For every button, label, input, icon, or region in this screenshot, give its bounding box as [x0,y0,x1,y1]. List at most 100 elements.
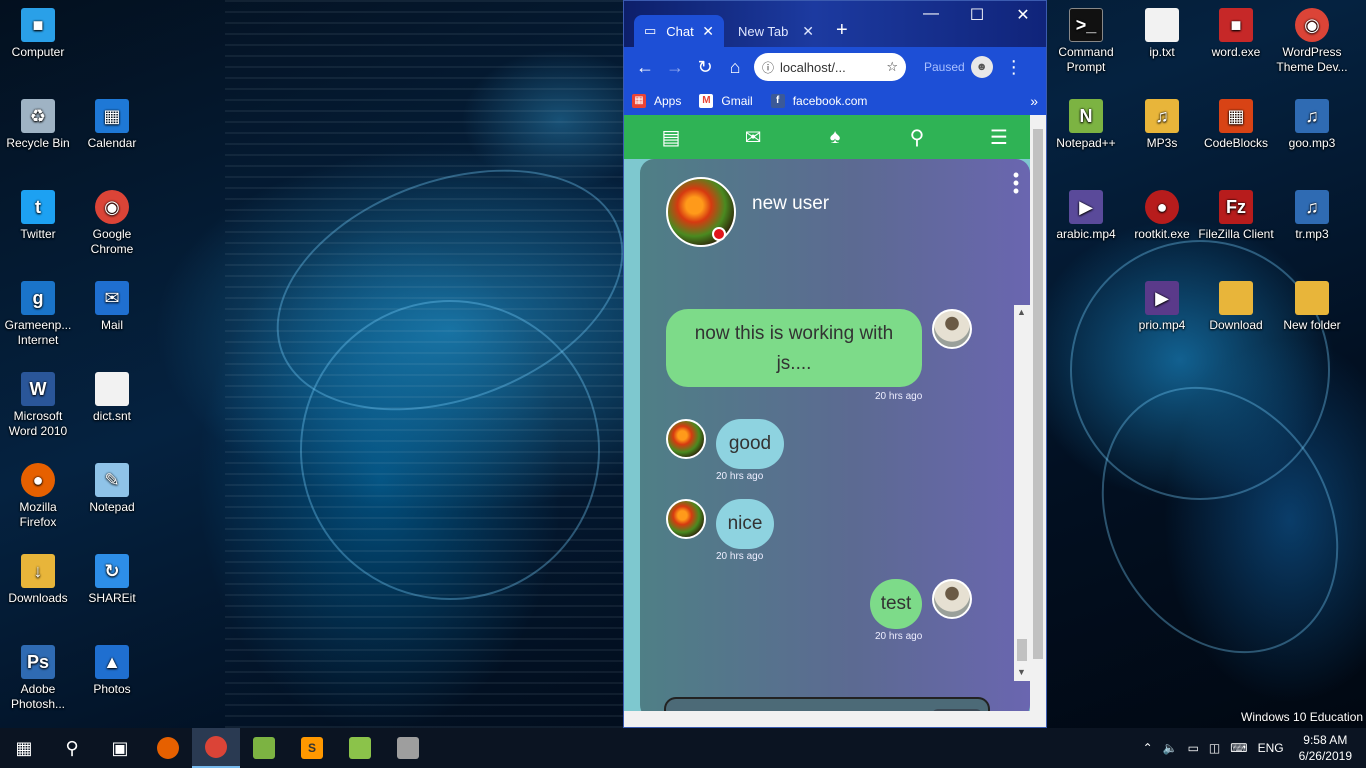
desktop-icon-word-exe[interactable]: ■ word.exe [1198,8,1274,60]
search-icon: ⚲ [65,737,79,758]
desktop-icon-tr-mp3[interactable]: ♫ tr.mp3 [1274,190,1350,242]
bookmark-gmail[interactable]: M Gmail [699,94,753,108]
desktop-icon-shareit[interactable]: ↻ SHAREit [74,554,150,606]
message-list-scrollbar[interactable]: ▲ ▼ [1014,305,1030,681]
envelope-icon[interactable]: ✉ [733,125,773,150]
scrollbar-thumb[interactable] [1017,639,1027,661]
new-tab-button[interactable]: + [836,19,848,42]
bookmark-star-icon[interactable]: ☆ [886,59,898,75]
desktop-icon-dict-snt[interactable]: dict.snt [74,372,150,424]
scroll-up-arrow-icon[interactable]: ▲ [1017,307,1026,317]
taskbar-chrome[interactable] [192,728,240,768]
sublime-icon: S [301,737,323,759]
desktop-icon-notepadpp[interactable]: N Notepad++ [1048,99,1124,151]
language-indicator[interactable]: ENG [1258,741,1284,755]
clock[interactable]: 9:58 AM 6/26/2019 [1299,732,1352,764]
chat-options-icon[interactable]: • • • [1012,166,1020,200]
task-view-button[interactable]: ▣ [96,728,144,768]
desktop-icon-prio-mp4[interactable]: ▶ prio.mp4 [1124,281,1200,333]
sync-paused-label[interactable]: Paused [924,60,965,74]
start-button[interactable]: ▦ [0,728,48,768]
tab-new-tab[interactable]: New Tab ✕ [728,15,824,47]
desktop-icon-goo-mp3[interactable]: ♫ goo.mp3 [1274,99,1350,151]
desktop-icon-twitter[interactable]: t Twitter [0,190,76,242]
more-bookmarks-button[interactable]: » [1030,93,1038,109]
desktop-icon-mp3s[interactable]: ♫ MP3s [1124,99,1200,151]
desktop-icon-calendar[interactable]: ▦ Calendar [74,99,150,151]
desktop-icon-recycle-bin[interactable]: ♻ Recycle Bin [0,99,76,151]
battery-icon[interactable]: ▭ [1188,741,1199,755]
close-tab-icon[interactable]: ✕ [802,23,814,40]
show-hidden-icons-icon[interactable]: ⌃ [1143,741,1153,755]
apps-grid-icon: ▦ [632,94,646,108]
desktop-icon-arabic-mp4[interactable]: ▶ arabic.mp4 [1048,190,1124,242]
desktop-icon-notepad[interactable]: ✎ Notepad [74,463,150,515]
maximize-button[interactable]: ☐ [954,5,1000,29]
reload-icon[interactable]: ↻ [690,57,720,78]
desktop-icon-photos[interactable]: ▲ Photos [74,645,150,697]
tab-label: Chat [666,23,694,39]
desktop-icon-label: WordPress Theme Dev... [1276,45,1348,74]
file-icon [95,372,129,406]
word-exe-icon: ■ [1219,8,1253,42]
desktop-icon-label: Computer [11,45,65,59]
taskbar-sublime[interactable]: S [288,728,336,768]
desktop-icon-new-folder[interactable]: New folder [1274,281,1350,333]
desktop-icon-download[interactable]: Download [1198,281,1274,333]
address-bar[interactable]: ⓘ localhost/... ☆ [754,53,906,81]
bookmark-apps[interactable]: ▦ Apps [632,94,681,108]
info-icon[interactable]: ⓘ [762,59,774,76]
newspaper-icon[interactable]: ▤ [651,125,691,150]
desktop-icon-codeblocks[interactable]: ▦ CodeBlocks [1198,99,1274,151]
desktop-icon-chrome[interactable]: ◉ Google Chrome [74,190,150,257]
desktop-icon-label: New folder [1283,318,1341,332]
desktop-icon-firefox[interactable]: ● Mozilla Firefox [0,463,76,530]
taskbar-search-button[interactable]: ⚲ [48,728,96,768]
bell-icon[interactable]: ♠ [815,126,855,149]
taskbar-clapper[interactable] [384,728,432,768]
mp3-file-icon: ♫ [1295,99,1329,133]
codeblocks-icon: ▦ [1219,99,1253,133]
scroll-down-arrow-icon[interactable]: ▼ [1017,667,1026,677]
desktop-icon-filezilla[interactable]: Fz FileZilla Client [1198,190,1274,242]
desktop-icon-label: prio.mp4 [1138,318,1186,332]
taskbar-firefox[interactable] [144,728,192,768]
close-tab-icon[interactable]: ✕ [702,23,714,40]
desktop-icon-computer[interactable]: ■ Computer [0,8,76,60]
status-dot [712,227,726,241]
page-scrollbar-thumb[interactable] [1033,129,1043,659]
desktop-icon-label: MP3s [1146,136,1178,150]
bookmark-facebook[interactable]: f facebook.com [770,94,867,108]
menu-icon[interactable]: ☰ [979,125,1019,150]
close-window-button[interactable]: ✕ [1000,5,1046,29]
desktop-icon-word-2010[interactable]: W Microsoft Word 2010 [0,372,76,439]
volume-icon[interactable]: 🔈 [1163,741,1178,755]
minimize-button[interactable]: — [908,5,954,29]
back-icon[interactable]: ← [630,57,660,78]
chrome-icon: ◉ [1295,8,1329,42]
keyboard-icon[interactable]: ⌨ [1230,741,1247,755]
forward-icon[interactable]: → [660,57,690,78]
taskbar-notepadpp[interactable] [240,728,288,768]
page-scrollbar[interactable] [1030,115,1046,711]
profile-avatar-icon[interactable]: ☻ [970,56,993,78]
search-icon[interactable]: ⚲ [897,125,937,150]
notepadpp-icon: N [1069,99,1103,133]
action-center-icon[interactable]: ◫ [1209,741,1220,755]
home-icon[interactable]: ⌂ [720,57,750,78]
desktop-icon-photoshop[interactable]: Ps Adobe Photosh... [0,645,76,712]
desktop-icon-command-prompt[interactable]: >_ Command Prompt [1048,8,1124,75]
desktop-icon-label: Adobe Photosh... [10,682,66,711]
desktop-icon-wordpress-theme[interactable]: ◉ WordPress Theme Dev... [1274,8,1350,75]
desktop-icon-ip-txt[interactable]: ip.txt [1124,8,1200,60]
browser-menu-icon[interactable]: ⋮ [999,57,1029,78]
desktop-icon-downloads[interactable]: ↓ Downloads [0,554,76,606]
tab-chat[interactable]: ▭ Chat ✕ [634,15,724,47]
desktop-icon-rootkit[interactable]: ● rootkit.exe [1124,190,1200,242]
desktop-icon-mail[interactable]: ✉ Mail [74,281,150,333]
taskbar-android-studio[interactable] [336,728,384,768]
desktop-icon-label: Mozilla Firefox [19,500,57,529]
gmail-icon: M [699,94,714,108]
desktop-icon-grameenphone[interactable]: g Grameenp... Internet [0,281,76,348]
horizontal-scrollbar[interactable] [624,711,1046,727]
